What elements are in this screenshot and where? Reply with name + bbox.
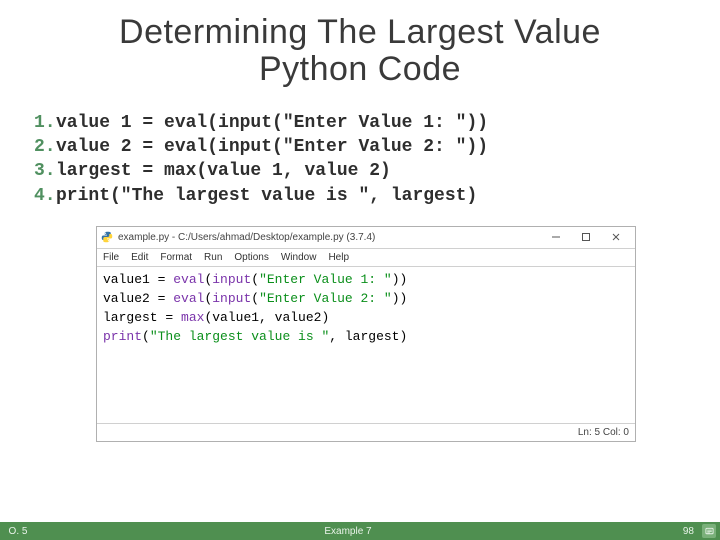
title-line1: Determining The Largest Value (119, 13, 601, 51)
code-text: value 1 = eval(input("Enter Value 1: ")) (56, 113, 488, 133)
editor-line: value1 = eval(input("Enter Value 1: ")) (103, 271, 629, 290)
menu-item[interactable]: Format (160, 252, 192, 263)
code-line: 4. print("The largest value is ", larges… (34, 184, 720, 208)
footer-caption: Example 7 (36, 526, 660, 537)
ide-menubar: File Edit Format Run Options Window Help (97, 249, 635, 267)
title-line2: Python Code (259, 50, 461, 88)
speaker-notes-icon[interactable] (702, 524, 716, 538)
cursor-position: Ln: 5 Col: 0 (578, 427, 629, 438)
menu-item[interactable]: Window (281, 252, 317, 263)
menu-item[interactable]: File (103, 252, 119, 263)
editor-line: print("The largest value is ", largest) (103, 328, 629, 347)
line-number: 3. (34, 159, 56, 183)
code-line: 1. value 1 = eval(input("Enter Value 1: … (34, 111, 720, 135)
code-line: 3. largest = max(value 1, value 2) (34, 159, 720, 183)
close-button[interactable] (601, 228, 631, 246)
slide-footer: O. 5 Example 7 98 (0, 522, 720, 540)
ide-titlebar: example.py - C:/Users/ahmad/Desktop/exam… (97, 227, 635, 249)
ide-editor[interactable]: value1 = eval(input("Enter Value 1: "))v… (97, 267, 635, 423)
menu-item[interactable]: Edit (131, 252, 148, 263)
minimize-button[interactable] (541, 228, 571, 246)
line-number: 2. (34, 135, 56, 159)
menu-item[interactable]: Run (204, 252, 222, 263)
line-number: 4. (34, 184, 56, 208)
menu-item[interactable]: Help (328, 252, 349, 263)
python-icon (101, 231, 113, 243)
editor-line: largest = max(value1, value2) (103, 309, 629, 328)
code-text: print("The largest value is ", largest) (56, 186, 477, 206)
window-controls (541, 228, 631, 246)
ide-title-text: example.py - C:/Users/ahmad/Desktop/exam… (118, 232, 375, 243)
code-line: 2. value 2 = eval(input("Enter Value 2: … (34, 135, 720, 159)
editor-line: value2 = eval(input("Enter Value 2: ")) (103, 290, 629, 309)
footer-chapter: O. 5 (0, 526, 36, 537)
code-text: largest = max(value 1, value 2) (56, 161, 391, 181)
slide-title: Determining The Largest Value Python Cod… (0, 0, 720, 89)
ide-title-left: example.py - C:/Users/ahmad/Desktop/exam… (101, 231, 375, 243)
maximize-button[interactable] (571, 228, 601, 246)
line-number: 1. (34, 111, 56, 135)
ide-statusbar: Ln: 5 Col: 0 (97, 423, 635, 441)
code-text: value 2 = eval(input("Enter Value 2: ")) (56, 137, 488, 157)
ide-window: example.py - C:/Users/ahmad/Desktop/exam… (96, 226, 636, 442)
code-list: 1. value 1 = eval(input("Enter Value 1: … (34, 111, 720, 208)
menu-item[interactable]: Options (234, 252, 268, 263)
